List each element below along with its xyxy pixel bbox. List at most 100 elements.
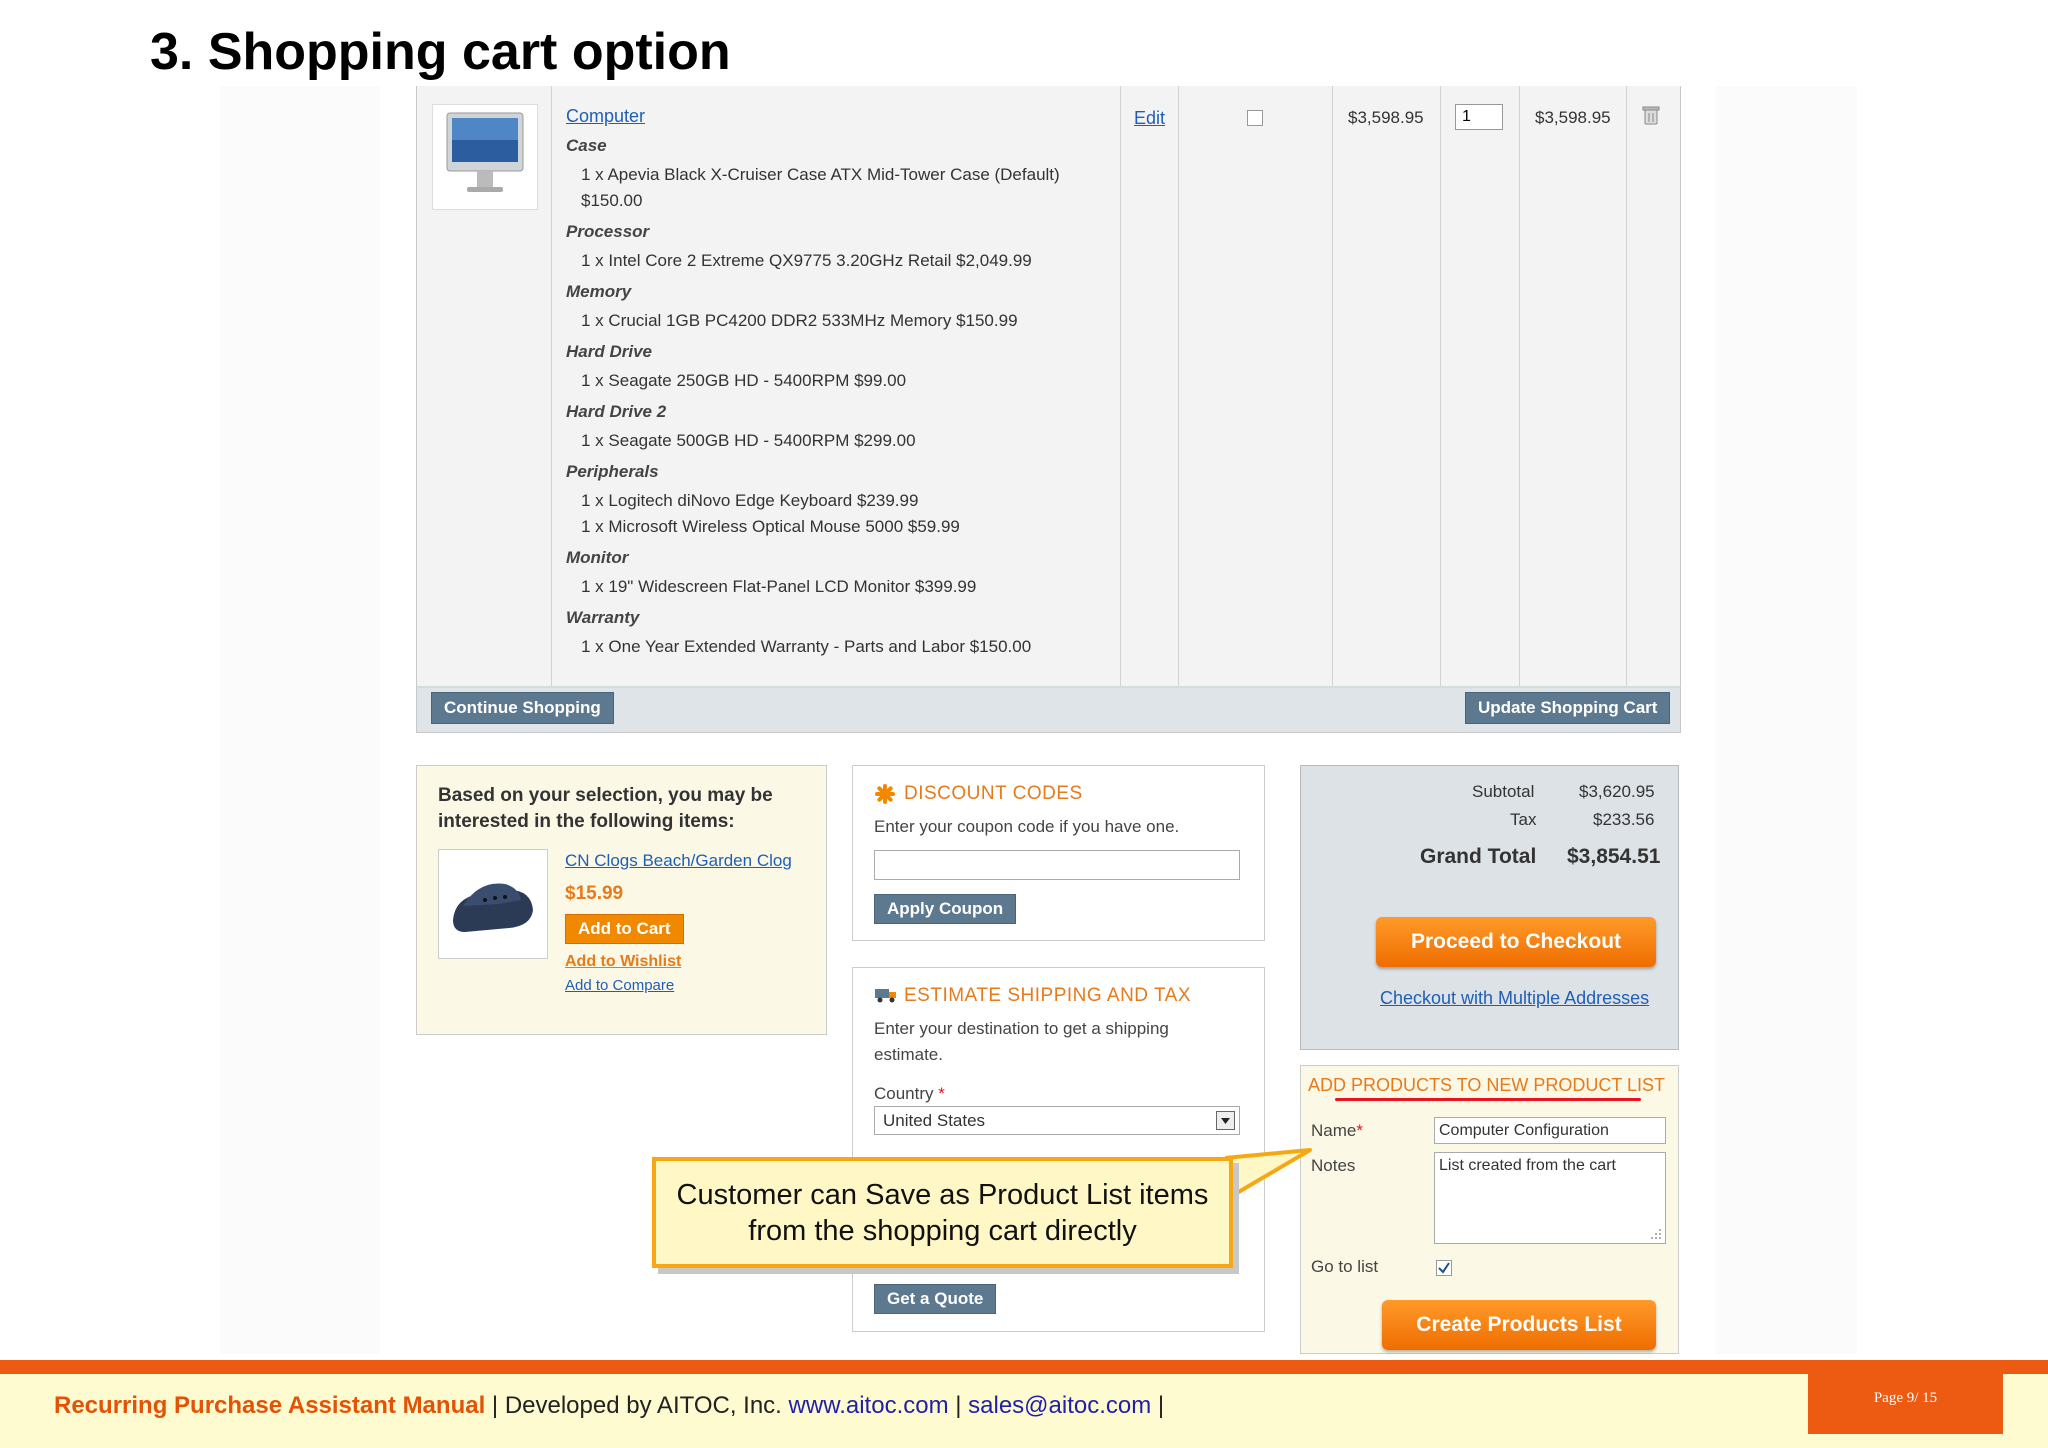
option-monitor: Monitor 1 x 19" Widescreen Flat-Panel LC…	[566, 548, 1106, 600]
option-processor: Processor 1 x Intel Core 2 Extreme QX977…	[566, 222, 1106, 274]
manual-title: Recurring Purchase Assistant Manual	[54, 1392, 486, 1419]
goto-list-label: Go to list	[1311, 1257, 1379, 1276]
option-value: 1 x 19" Widescreen Flat-Panel LCD Monito…	[581, 577, 977, 596]
product-name-link[interactable]: Computer	[566, 106, 645, 127]
truck-icon	[874, 986, 898, 1009]
option-label: Case	[566, 136, 607, 155]
footer-separator: |	[948, 1392, 969, 1419]
product-options: Case 1 x Apevia Black X-Cruiser Case ATX…	[566, 136, 1106, 660]
multi-address-checkout-link[interactable]: Checkout with Multiple Addresses	[1380, 988, 1649, 1009]
country-select[interactable]: United States	[874, 1106, 1240, 1135]
page-number: Page 9/ 15	[1873, 1390, 1938, 1406]
footer-separator: | Developed by AITOC, Inc.	[485, 1392, 789, 1419]
option-warranty: Warranty 1 x One Year Extended Warranty …	[566, 608, 1106, 660]
product-list-title: ADD PRODUCTS TO NEW PRODUCT LIST	[1308, 1075, 1666, 1095]
column-divider	[1626, 86, 1627, 686]
computer-image	[446, 112, 524, 192]
option-label: Hard Drive 2	[566, 402, 667, 421]
column-divider	[1332, 86, 1333, 686]
trash-icon[interactable]	[1640, 104, 1662, 126]
row-subtotal: $3,598.95	[1535, 108, 1611, 127]
option-peripherals: Peripherals 1 x Logitech diNovo Edge Key…	[566, 462, 1106, 540]
edit-link[interactable]: Edit	[1134, 108, 1165, 129]
country-label-text: Country	[874, 1084, 934, 1103]
option-hard-drive-2: Hard Drive 2 1 x Seagate 500GB HD - 5400…	[566, 402, 1106, 454]
option-value: $150.00	[581, 191, 643, 210]
option-case: Case 1 x Apevia Black X-Cruiser Case ATX…	[566, 136, 1106, 214]
crosssell-title: Based on your selection, you may be inte…	[438, 785, 773, 832]
list-notes-textarea[interactable]: List created from the cart	[1434, 1152, 1666, 1244]
required-mark: *	[1356, 1121, 1363, 1140]
column-divider	[1120, 86, 1121, 686]
option-value: 1 x Crucial 1GB PC4200 DDR2 533MHz Memor…	[581, 311, 1018, 330]
option-label: Monitor	[566, 548, 629, 567]
callout-line1: Customer can Save as Product List items	[676, 1179, 1209, 1211]
checkmark-icon	[1438, 1262, 1450, 1274]
name-label: Name*	[1311, 1121, 1363, 1141]
tax-value: $233.56	[1593, 810, 1655, 829]
clog-image	[453, 883, 533, 932]
crosssell-item-link[interactable]: CN Clogs Beach/Garden Clog	[565, 851, 792, 871]
add-to-wishlist-link[interactable]: Add to Wishlist	[565, 953, 681, 971]
add-to-compare-link[interactable]: Add to Compare	[565, 977, 674, 994]
name-label-text: Name	[1311, 1121, 1357, 1140]
resize-handle-icon[interactable]	[1649, 1227, 1663, 1241]
country-label: Country *	[874, 1084, 945, 1104]
option-value: 1 x One Year Extended Warranty - Parts a…	[581, 637, 1032, 656]
discount-icon	[874, 783, 896, 810]
product-thumbnail[interactable]	[432, 104, 538, 210]
column-divider	[1440, 86, 1441, 686]
option-value: 1 x Seagate 500GB HD - 5400RPM $299.00	[581, 431, 916, 450]
shipping-hint: Enter your destination to get a shipping…	[874, 1019, 1169, 1064]
column-divider	[551, 86, 552, 686]
clog-thumbnail[interactable]	[438, 849, 548, 959]
page-title: 3. Shopping cart option	[150, 23, 731, 81]
email-link[interactable]: sales@aitoc.com	[968, 1392, 1151, 1419]
option-label: Hard Drive	[566, 342, 652, 361]
column-divider	[1178, 86, 1179, 686]
website-link[interactable]: www.aitoc.com	[789, 1392, 949, 1419]
option-memory: Memory 1 x Crucial 1GB PC4200 DDR2 533MH…	[566, 282, 1106, 334]
grand-total-value: $3,854.51	[1567, 845, 1661, 868]
required-mark: *	[938, 1084, 945, 1103]
get-quote-button[interactable]: Get a Quote	[874, 1284, 997, 1314]
update-cart-button[interactable]: Update Shopping Cart	[1465, 692, 1671, 724]
subtotal-value: $3,620.95	[1579, 782, 1655, 801]
add-to-cart-button[interactable]: Add to Cart	[565, 914, 684, 944]
discount-title: DISCOUNT CODES	[904, 783, 1083, 804]
option-value: 1 x Apevia Black X-Cruiser Case ATX Mid-…	[581, 165, 1060, 184]
option-label: Memory	[566, 282, 632, 301]
coupon-input[interactable]	[874, 850, 1240, 880]
wishlist-checkbox[interactable]	[1247, 110, 1263, 126]
qty-input[interactable]	[1455, 104, 1503, 130]
option-label: Peripherals	[566, 462, 659, 481]
highlight-underline	[1335, 1098, 1641, 1101]
crosssell-price: $15.99	[565, 883, 624, 904]
callout-note: Customer can Save as Product List items …	[652, 1157, 1233, 1268]
column-divider	[1519, 86, 1520, 686]
callout-pointer	[1225, 1148, 1312, 1202]
shipping-title: ESTIMATE SHIPPING AND TAX	[904, 985, 1191, 1006]
create-products-list-button[interactable]: Create Products List	[1382, 1300, 1656, 1350]
proceed-to-checkout-button[interactable]: Proceed to Checkout	[1376, 917, 1656, 967]
discount-hint: Enter your coupon code if you have one.	[874, 817, 1180, 836]
subtotal-label: Subtotal	[1472, 782, 1535, 801]
list-name-input[interactable]	[1434, 1117, 1666, 1144]
goto-list-checkbox[interactable]	[1436, 1260, 1452, 1276]
chevron-down-icon[interactable]	[1216, 1111, 1235, 1130]
option-value: 1 x Microsoft Wireless Optical Mouse 500…	[581, 517, 960, 536]
notes-value: List created from the cart	[1439, 1157, 1616, 1174]
option-value: 1 x Intel Core 2 Extreme QX9775 3.20GHz …	[581, 251, 1032, 270]
option-value: 1 x Seagate 250GB HD - 5400RPM $99.00	[581, 371, 907, 390]
country-selected-value: United States	[883, 1111, 986, 1130]
option-label: Warranty	[566, 608, 640, 627]
apply-coupon-button[interactable]: Apply Coupon	[874, 894, 1017, 924]
tax-label: Tax	[1510, 810, 1537, 829]
footer-separator: |	[1151, 1392, 1165, 1419]
footer-text: Recurring Purchase Assistant Manual | De…	[54, 1392, 1164, 1420]
grand-total-label: Grand Total	[1420, 845, 1537, 868]
option-hard-drive: Hard Drive 1 x Seagate 250GB HD - 5400RP…	[566, 342, 1106, 394]
option-label: Processor	[566, 222, 650, 241]
continue-shopping-button[interactable]: Continue Shopping	[431, 692, 614, 724]
option-value: 1 x Logitech diNovo Edge Keyboard $239.9…	[581, 491, 919, 510]
